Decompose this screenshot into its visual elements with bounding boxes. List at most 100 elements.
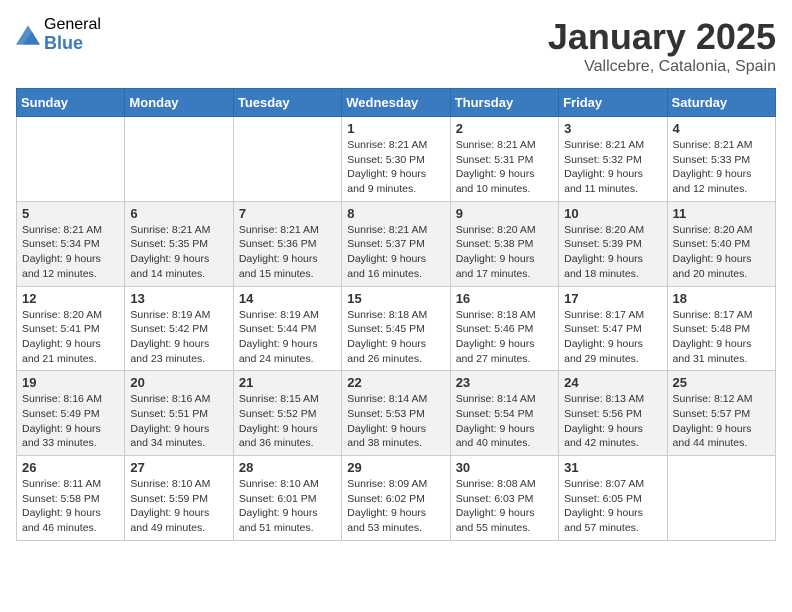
day-number: 12 (22, 291, 119, 306)
day-number: 27 (130, 460, 227, 475)
day-number: 15 (347, 291, 444, 306)
calendar-cell: 4Sunrise: 8:21 AMSunset: 5:33 PMDaylight… (667, 117, 775, 202)
logo-icon (16, 25, 40, 45)
calendar-cell: 25 Sunrise: 8:12 AMSunset: 5:57 PMDayligh… (667, 371, 775, 456)
calendar-cell: 1 Sunrise: 8:21 AMSunset: 5:30 PMDaylight… (342, 117, 450, 202)
day-number: 17 (564, 291, 661, 306)
day-info: Sunrise: 8:20 AMSunset: 5:41 PMDaylight:… (22, 308, 119, 367)
day-info: Sunrise: 8:21 AMSunset: 5:34 PMDaylight:… (22, 223, 119, 282)
calendar-week-row: 1 Sunrise: 8:21 AMSunset: 5:30 PMDaylight… (17, 117, 776, 202)
calendar-week-row: 19 Sunrise: 8:16 AMSunset: 5:49 PMDayligh… (17, 371, 776, 456)
day-info: Sunrise: 8:08 AMSunset: 6:03 PMDaylight:… (456, 477, 553, 536)
calendar-cell: 19 Sunrise: 8:16 AMSunset: 5:49 PMDayligh… (17, 371, 125, 456)
weekday-header: Friday (559, 89, 667, 117)
day-info: Sunrise: 8:20 AMSunset: 5:40 PMDaylight:… (673, 223, 770, 282)
day-number: 21 (239, 375, 336, 390)
calendar-cell: 30Sunrise: 8:08 AMSunset: 6:03 PMDayligh… (450, 456, 558, 541)
logo: General Blue (16, 16, 101, 53)
day-number: 7 (239, 206, 336, 221)
day-info: Sunrise: 8:21 AMSunset: 5:32 PMDaylight:… (564, 138, 661, 197)
calendar-cell: 6Sunrise: 8:21 AMSunset: 5:35 PMDaylight… (125, 201, 233, 286)
day-number: 5 (22, 206, 119, 221)
day-info: Sunrise: 8:14 AMSunset: 5:54 PMDaylight:… (456, 392, 553, 451)
day-number: 13 (130, 291, 227, 306)
calendar-cell: 28Sunrise: 8:10 AMSunset: 6:01 PMDayligh… (233, 456, 341, 541)
calendar-cell: 23Sunrise: 8:14 AMSunset: 5:54 PMDayligh… (450, 371, 558, 456)
calendar-cell: 31 Sunrise: 8:07 AMSunset: 6:05 PMDayligh… (559, 456, 667, 541)
calendar-cell: 3Sunrise: 8:21 AMSunset: 5:32 PMDaylight… (559, 117, 667, 202)
day-info: Sunrise: 8:21 AMSunset: 5:35 PMDaylight:… (130, 223, 227, 282)
calendar-cell: 8 Sunrise: 8:21 AMSunset: 5:37 PMDaylight… (342, 201, 450, 286)
calendar-cell: 18 Sunrise: 8:17 AMSunset: 5:48 PMDayligh… (667, 286, 775, 371)
day-number: 18 (673, 291, 770, 306)
calendar-cell: 26Sunrise: 8:11 AMSunset: 5:58 PMDayligh… (17, 456, 125, 541)
day-info: Sunrise: 8:09 AMSunset: 6:02 PMDaylight:… (347, 477, 444, 536)
day-info: Sunrise: 8:17 AMSunset: 5:47 PMDaylight:… (564, 308, 661, 367)
day-number: 29 (347, 460, 444, 475)
page-header: General Blue January 2025 Vallcebre, Cat… (16, 16, 776, 76)
calendar-cell: 27 Sunrise: 8:10 AMSunset: 5:59 PMDayligh… (125, 456, 233, 541)
logo-general: General (44, 16, 101, 34)
day-number: 25 (673, 375, 770, 390)
calendar-cell: 14 Sunrise: 8:19 AMSunset: 5:44 PMDayligh… (233, 286, 341, 371)
day-info: Sunrise: 8:14 AMSunset: 5:53 PMDaylight:… (347, 392, 444, 451)
calendar-cell: 7Sunrise: 8:21 AMSunset: 5:36 PMDaylight… (233, 201, 341, 286)
weekday-header: Saturday (667, 89, 775, 117)
day-number: 4 (673, 121, 770, 136)
weekday-header: Monday (125, 89, 233, 117)
calendar-cell: 29 Sunrise: 8:09 AMSunset: 6:02 PMDayligh… (342, 456, 450, 541)
title-section: January 2025 Vallcebre, Catalonia, Spain (548, 16, 776, 76)
day-number: 9 (456, 206, 553, 221)
calendar-cell: 5 Sunrise: 8:21 AMSunset: 5:34 PMDaylight… (17, 201, 125, 286)
calendar-cell: 15 Sunrise: 8:18 AMSunset: 5:45 PMDayligh… (342, 286, 450, 371)
day-info: Sunrise: 8:16 AMSunset: 5:51 PMDaylight:… (130, 392, 227, 451)
day-info: Sunrise: 8:21 AMSunset: 5:37 PMDaylight:… (347, 223, 444, 282)
calendar-cell (233, 117, 341, 202)
day-number: 8 (347, 206, 444, 221)
day-info: Sunrise: 8:16 AMSunset: 5:49 PMDaylight:… (22, 392, 119, 451)
day-number: 20 (130, 375, 227, 390)
calendar-cell: 22 Sunrise: 8:14 AMSunset: 5:53 PMDayligh… (342, 371, 450, 456)
calendar-week-row: 26Sunrise: 8:11 AMSunset: 5:58 PMDayligh… (17, 456, 776, 541)
day-info: Sunrise: 8:20 AMSunset: 5:39 PMDaylight:… (564, 223, 661, 282)
calendar-cell: 21 Sunrise: 8:15 AMSunset: 5:52 PMDayligh… (233, 371, 341, 456)
calendar-cell: 11 Sunrise: 8:20 AMSunset: 5:40 PMDayligh… (667, 201, 775, 286)
day-number: 19 (22, 375, 119, 390)
day-info: Sunrise: 8:21 AMSunset: 5:31 PMDaylight:… (456, 138, 553, 197)
calendar-cell: 12 Sunrise: 8:20 AMSunset: 5:41 PMDayligh… (17, 286, 125, 371)
day-info: Sunrise: 8:10 AMSunset: 5:59 PMDaylight:… (130, 477, 227, 536)
logo-text: General Blue (44, 16, 101, 53)
logo-blue: Blue (44, 34, 101, 54)
day-number: 26 (22, 460, 119, 475)
day-info: Sunrise: 8:07 AMSunset: 6:05 PMDaylight:… (564, 477, 661, 536)
day-info: Sunrise: 8:18 AMSunset: 5:45 PMDaylight:… (347, 308, 444, 367)
calendar-cell: 13Sunrise: 8:19 AMSunset: 5:42 PMDayligh… (125, 286, 233, 371)
weekday-header: Thursday (450, 89, 558, 117)
calendar-cell: 17 Sunrise: 8:17 AMSunset: 5:47 PMDayligh… (559, 286, 667, 371)
month-title: January 2025 (548, 16, 776, 58)
weekday-header: Sunday (17, 89, 125, 117)
weekday-header-row: SundayMondayTuesdayWednesdayThursdayFrid… (17, 89, 776, 117)
calendar-table: SundayMondayTuesdayWednesdayThursdayFrid… (16, 88, 776, 541)
calendar-cell: 24Sunrise: 8:13 AMSunset: 5:56 PMDayligh… (559, 371, 667, 456)
calendar-cell (17, 117, 125, 202)
day-number: 1 (347, 121, 444, 136)
location-title: Vallcebre, Catalonia, Spain (548, 58, 776, 76)
day-info: Sunrise: 8:21 AMSunset: 5:30 PMDaylight:… (347, 138, 444, 197)
day-info: Sunrise: 8:12 AMSunset: 5:57 PMDaylight:… (673, 392, 770, 451)
calendar-cell: 2Sunrise: 8:21 AMSunset: 5:31 PMDaylight… (450, 117, 558, 202)
day-info: Sunrise: 8:17 AMSunset: 5:48 PMDaylight:… (673, 308, 770, 367)
calendar-cell: 16 Sunrise: 8:18 AMSunset: 5:46 PMDayligh… (450, 286, 558, 371)
day-number: 14 (239, 291, 336, 306)
day-info: Sunrise: 8:18 AMSunset: 5:46 PMDaylight:… (456, 308, 553, 367)
day-number: 11 (673, 206, 770, 221)
day-info: Sunrise: 8:15 AMSunset: 5:52 PMDaylight:… (239, 392, 336, 451)
day-number: 16 (456, 291, 553, 306)
calendar-week-row: 5 Sunrise: 8:21 AMSunset: 5:34 PMDaylight… (17, 201, 776, 286)
calendar-cell: 20 Sunrise: 8:16 AMSunset: 5:51 PMDayligh… (125, 371, 233, 456)
calendar-week-row: 12 Sunrise: 8:20 AMSunset: 5:41 PMDayligh… (17, 286, 776, 371)
day-number: 10 (564, 206, 661, 221)
day-number: 31 (564, 460, 661, 475)
day-number: 22 (347, 375, 444, 390)
day-info: Sunrise: 8:19 AMSunset: 5:44 PMDaylight:… (239, 308, 336, 367)
